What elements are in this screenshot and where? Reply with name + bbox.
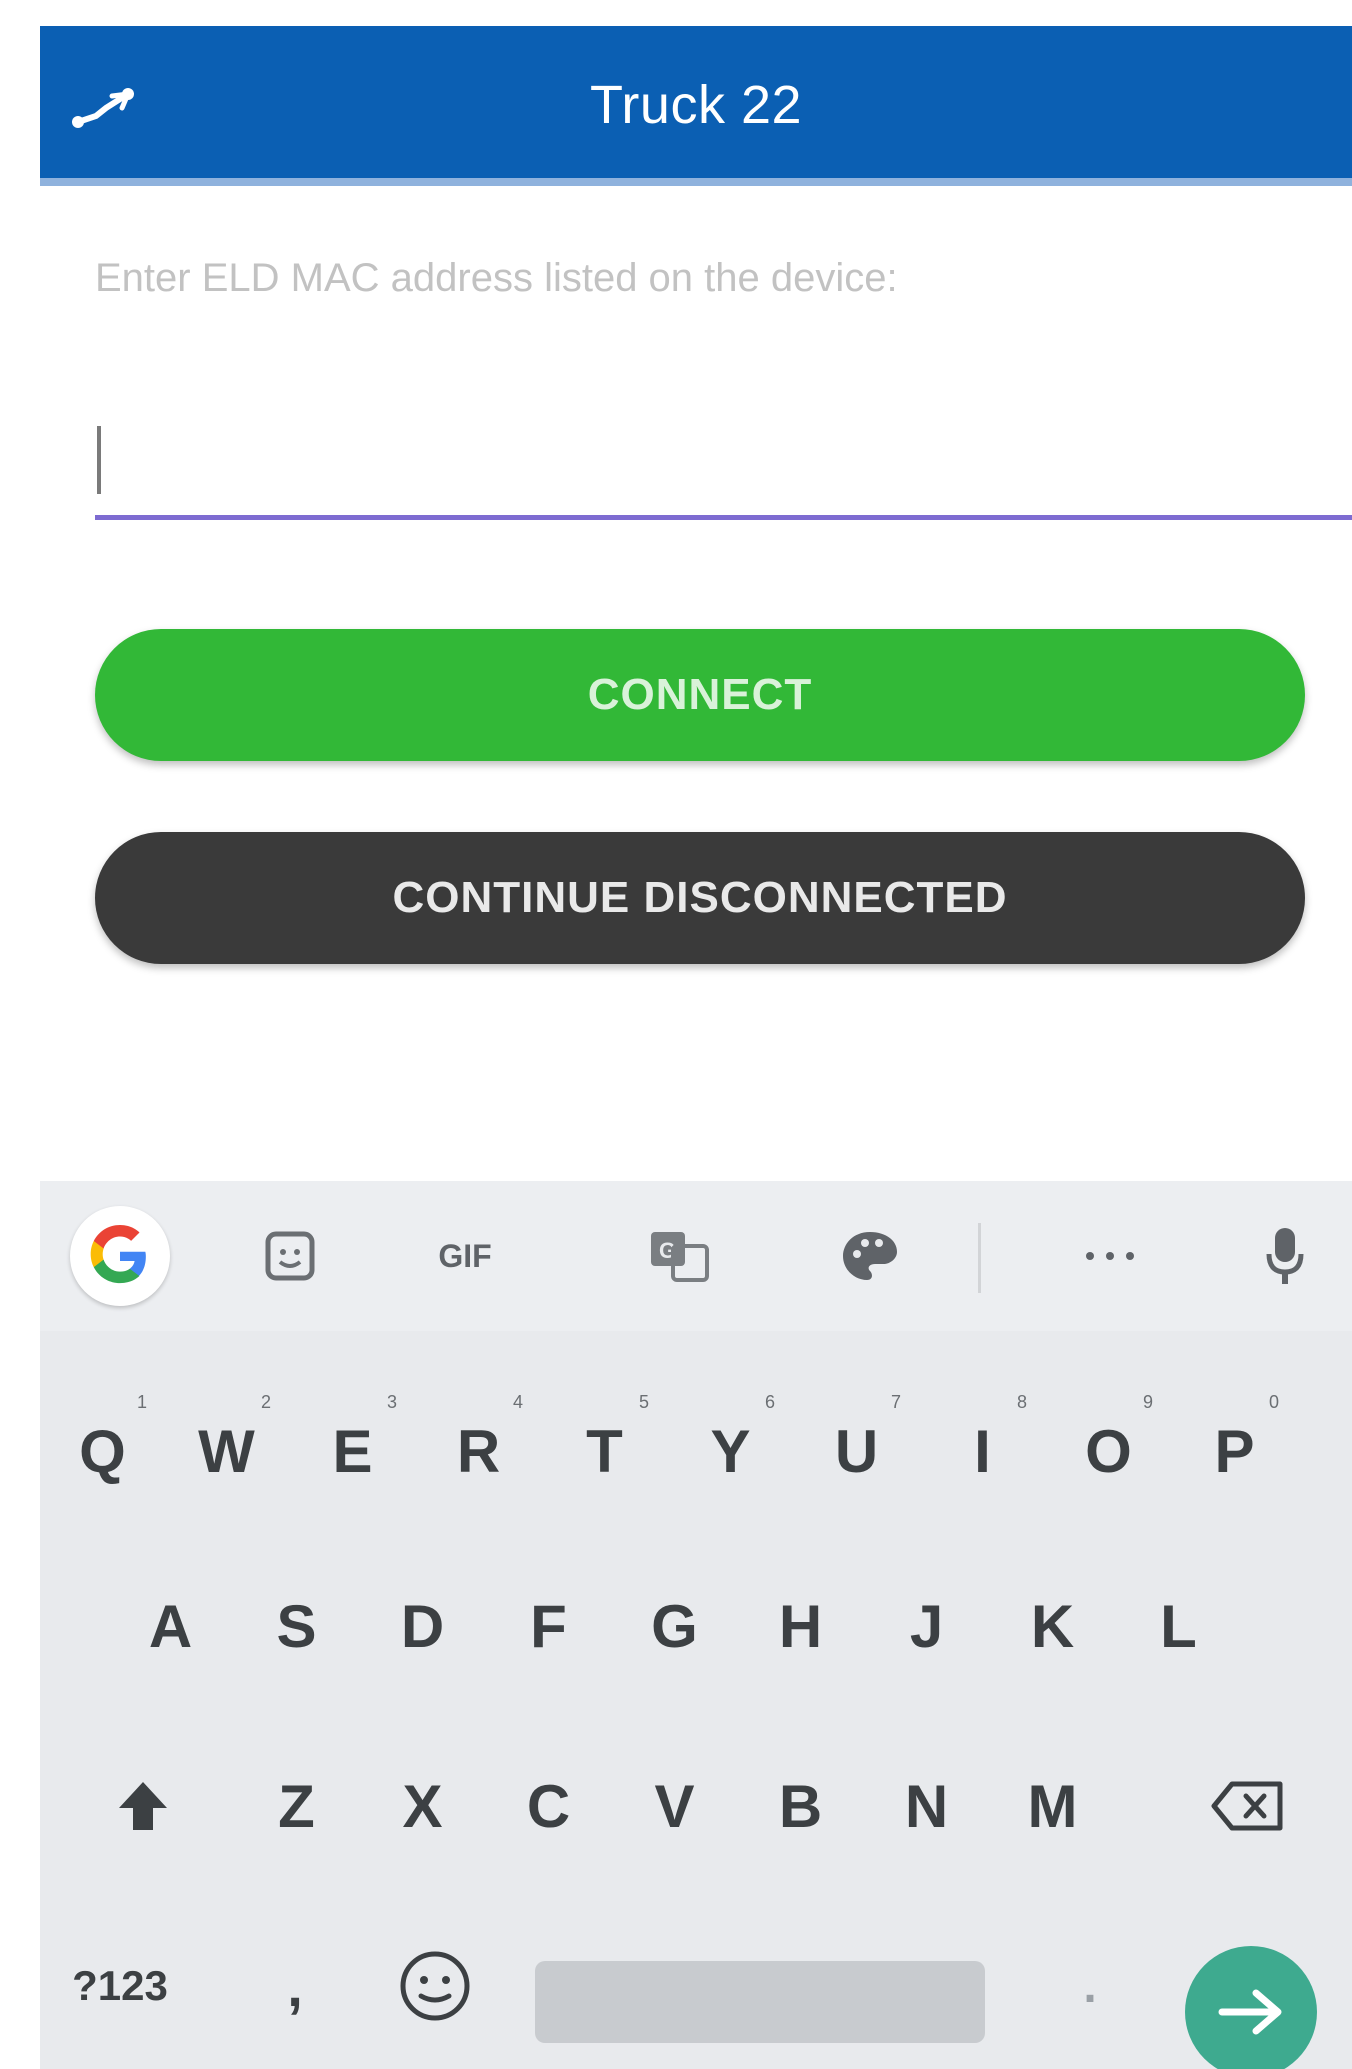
key-k[interactable]: K: [990, 1561, 1115, 1691]
space-bar[interactable]: [535, 1961, 985, 2043]
key-p[interactable]: P0: [1172, 1386, 1297, 1516]
palette-icon[interactable]: [830, 1214, 910, 1298]
key-l[interactable]: L: [1116, 1561, 1241, 1691]
key-q[interactable]: Q1: [40, 1386, 165, 1516]
key-j[interactable]: J: [864, 1561, 989, 1691]
toolbar-divider: [978, 1223, 981, 1293]
emoji-icon: [400, 1951, 470, 2021]
key-a[interactable]: A: [108, 1561, 233, 1691]
key-v[interactable]: V: [612, 1741, 737, 1871]
key-i[interactable]: I8: [920, 1386, 1045, 1516]
key-c[interactable]: C: [486, 1741, 611, 1871]
key-n[interactable]: N: [864, 1741, 989, 1871]
more-icon[interactable]: [1070, 1214, 1150, 1298]
key-f[interactable]: F: [486, 1561, 611, 1691]
key-u[interactable]: U7: [794, 1386, 919, 1516]
page-title: Truck 22: [589, 75, 803, 135]
key-g[interactable]: G: [612, 1561, 737, 1691]
enter-key[interactable]: [1185, 1946, 1317, 2069]
key-h[interactable]: H: [738, 1561, 863, 1691]
arrow-right-icon: [1218, 1989, 1282, 2035]
key-w[interactable]: W2: [164, 1386, 289, 1516]
keyboard-suggestion-bar: GIF G: [40, 1181, 1352, 1331]
period-key[interactable]: .: [1060, 1931, 1120, 2041]
key-z[interactable]: Z: [234, 1741, 359, 1871]
key-m[interactable]: M: [990, 1741, 1115, 1871]
continue-disconnected-button[interactable]: CONTINUE DISCONNECTED: [95, 832, 1305, 964]
shift-key[interactable]: [80, 1741, 205, 1871]
backspace-key[interactable]: [1185, 1741, 1310, 1871]
key-t[interactable]: T5: [542, 1386, 667, 1516]
key-y[interactable]: Y6: [668, 1386, 793, 1516]
soft-keyboard: GIF G Q 1 W 2 E 3 R 4 T 5 Y 6 U 7 I 8 O …: [40, 1181, 1352, 2069]
symbols-key[interactable]: ?123: [60, 1931, 180, 2041]
gif-icon[interactable]: GIF: [420, 1214, 510, 1298]
connect-button[interactable]: CONNECT: [95, 629, 1305, 761]
key-d[interactable]: D: [360, 1561, 485, 1691]
comma-key[interactable]: ,: [260, 1931, 330, 2041]
mac-instruction-label: Enter ELD MAC address listed on the devi…: [95, 256, 898, 300]
key-o[interactable]: O9: [1046, 1386, 1171, 1516]
backspace-icon: [1211, 1781, 1282, 1831]
key-x[interactable]: X: [360, 1741, 485, 1871]
emoji-key[interactable]: [385, 1931, 485, 2041]
app-bar: Truck 22: [40, 26, 1352, 186]
shift-icon: [118, 1782, 167, 1830]
text-cursor: [97, 426, 101, 494]
mic-icon[interactable]: [1250, 1214, 1320, 1298]
sticker-icon[interactable]: [255, 1214, 325, 1298]
key-s[interactable]: S: [234, 1561, 359, 1691]
mac-address-input[interactable]: [95, 396, 1352, 520]
key-e[interactable]: E3: [290, 1386, 415, 1516]
key-b[interactable]: B: [738, 1741, 863, 1871]
translate-icon[interactable]: G: [640, 1214, 720, 1298]
google-icon[interactable]: [70, 1206, 170, 1306]
app-frame: Truck 22 Enter ELD MAC address listed on…: [40, 26, 1352, 2069]
key-r[interactable]: R4: [416, 1386, 541, 1516]
